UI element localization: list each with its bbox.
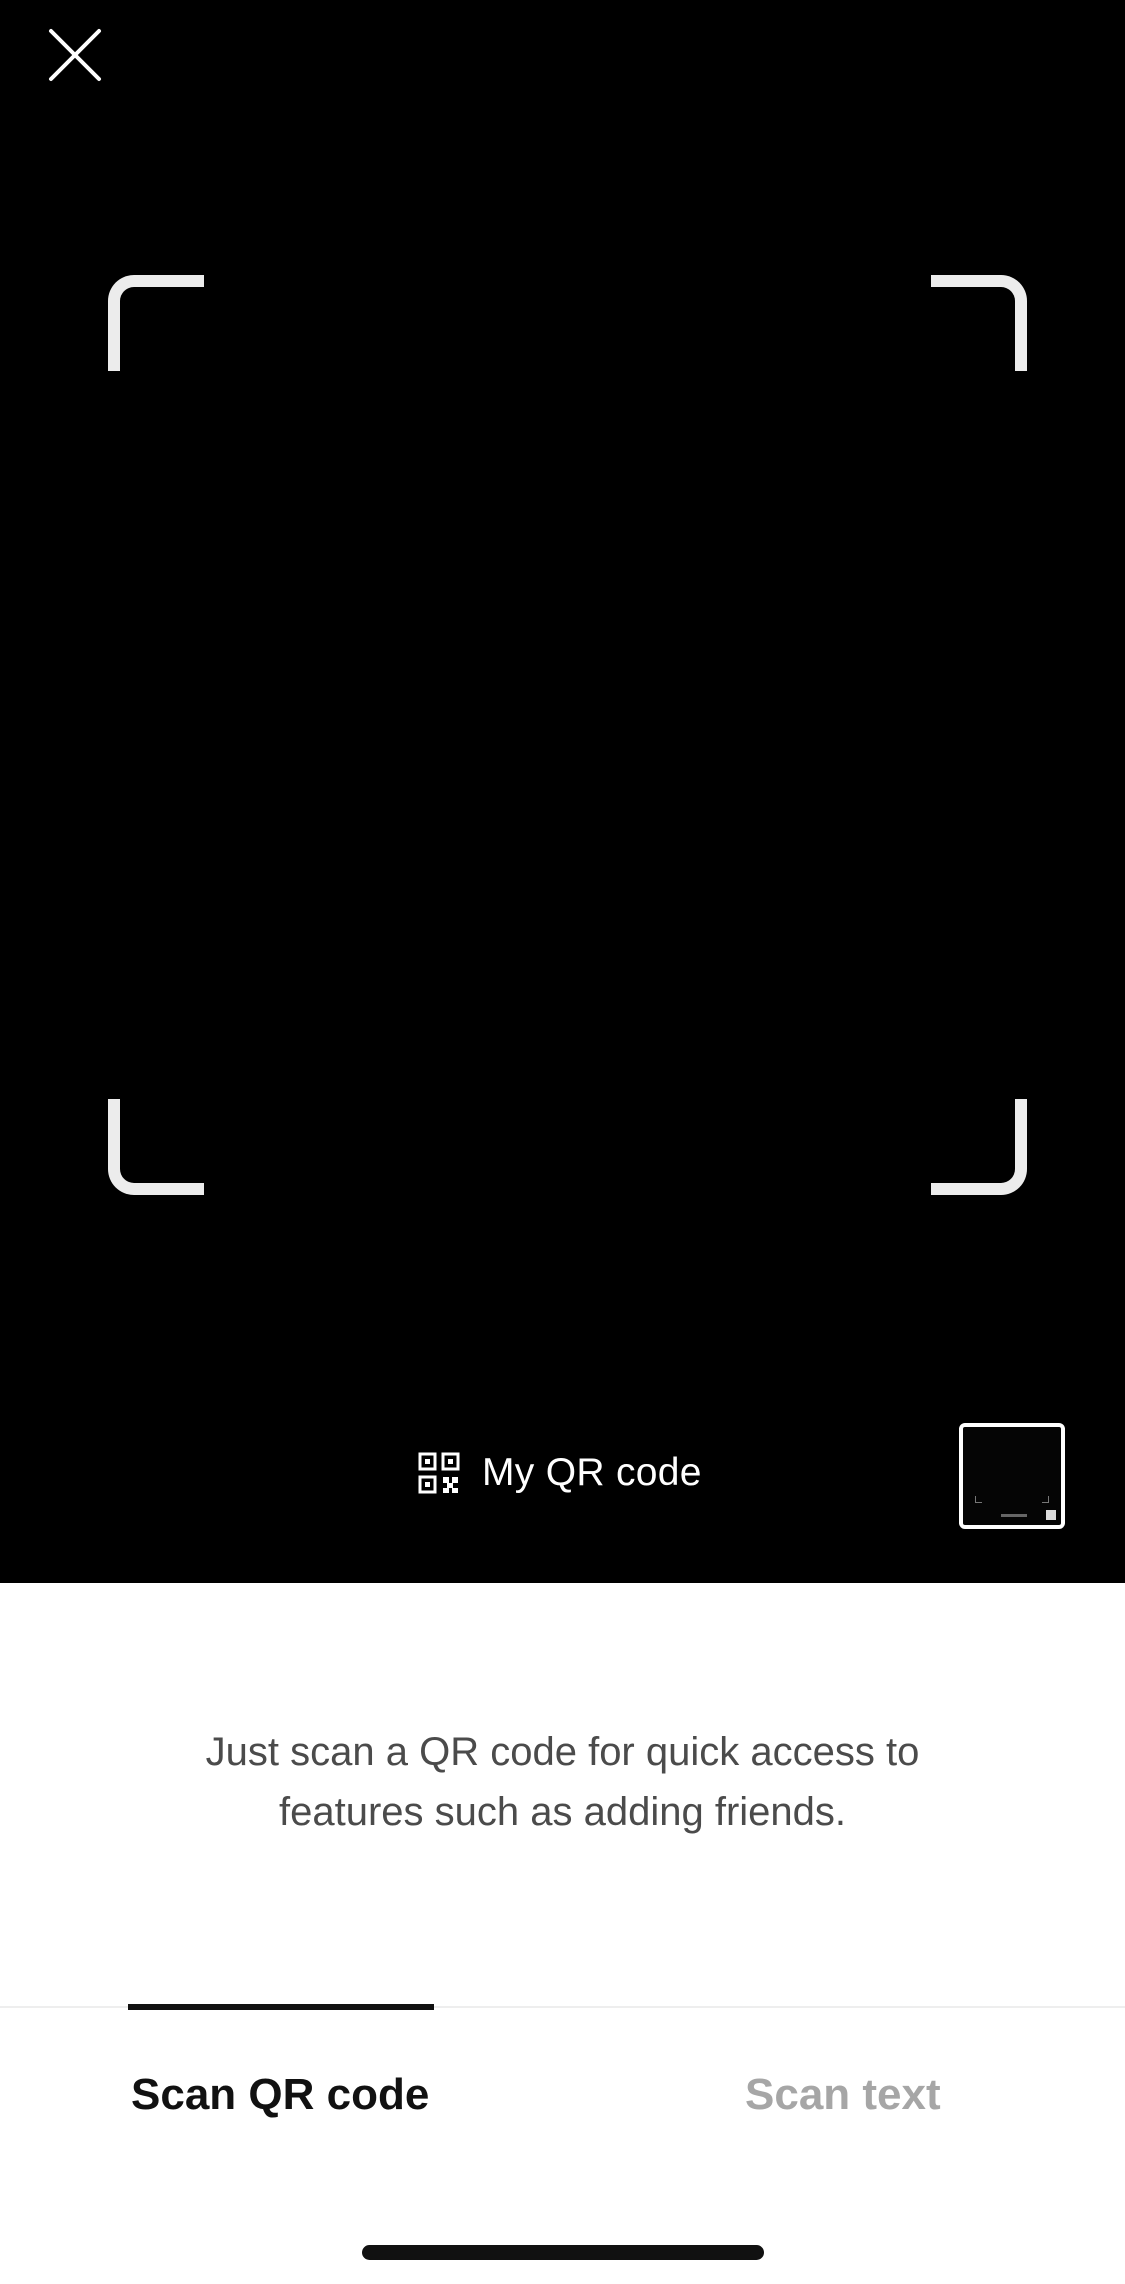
- scan-frame-corner-top-left: [108, 275, 204, 371]
- instruction-line-2: features such as adding friends.: [278, 1790, 846, 1834]
- tab-scan-text[interactable]: Scan text: [745, 2060, 941, 2130]
- scan-frame-corner-bottom-right: [931, 1099, 1027, 1195]
- thumbnail-frame-corner: [975, 1496, 982, 1503]
- active-tab-indicator: [128, 2004, 434, 2010]
- scan-frame-corner-bottom-left: [108, 1099, 204, 1195]
- qr-scanner-screen: My QR code Just scan a QR code for quick…: [0, 0, 1125, 2284]
- recent-photo-thumbnail[interactable]: [959, 1423, 1065, 1529]
- scan-instruction-text: Just scan a QR code for quick access to …: [0, 1722, 1125, 1842]
- home-indicator[interactable]: [362, 2245, 764, 2260]
- instruction-line-1: Just scan a QR code for quick access to: [205, 1730, 920, 1774]
- close-icon: [49, 29, 101, 81]
- tab-scan-qr-code[interactable]: Scan QR code: [131, 2060, 429, 2130]
- close-button[interactable]: [32, 12, 118, 98]
- thumbnail-caption-mark: [1001, 1514, 1027, 1517]
- thumbnail-mark: [1046, 1510, 1056, 1520]
- qr-code-icon: [418, 1452, 460, 1494]
- camera-viewfinder: My QR code: [0, 0, 1125, 1583]
- my-qr-code-button[interactable]: My QR code: [418, 1445, 702, 1501]
- my-qr-code-label: My QR code: [482, 1451, 702, 1494]
- scan-frame-corner-top-right: [931, 275, 1027, 371]
- thumbnail-frame-corner: [1042, 1496, 1049, 1503]
